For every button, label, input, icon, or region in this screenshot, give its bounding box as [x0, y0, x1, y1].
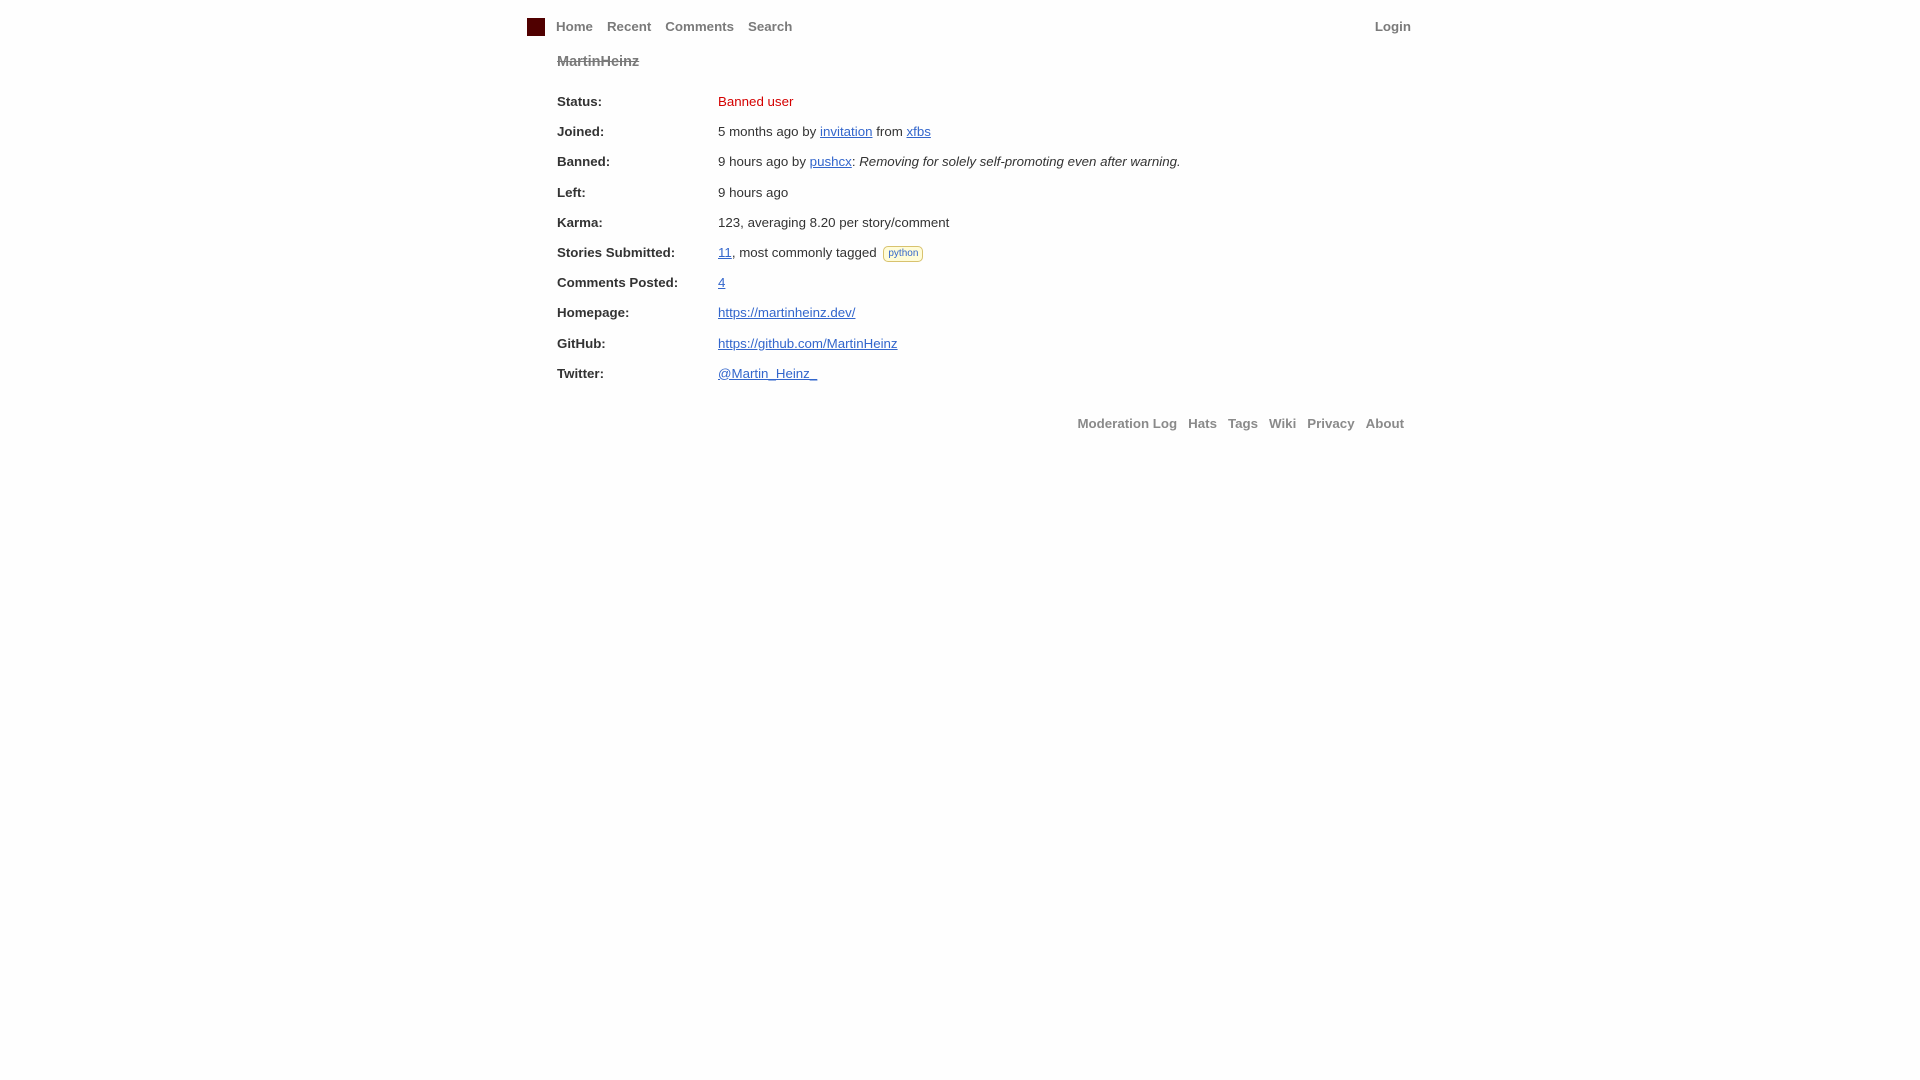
karma-value: 123, averaging 8.20 per story/comment: [718, 214, 950, 230]
profile-row-comments: Comments Posted: 4: [557, 275, 1181, 305]
status-label: Status:: [557, 94, 603, 109]
footer-privacy-link[interactable]: Privacy: [1307, 416, 1354, 431]
homepage-label: Homepage:: [557, 305, 630, 321]
comments-label: Comments Posted:: [557, 275, 679, 291]
main-nav: Home Recent Comments Search: [556, 18, 806, 36]
banned-prefix: 9 hours ago by: [718, 154, 810, 170]
profile-row-status: Status: Banned user: [557, 94, 1181, 124]
joined-label: Joined:: [557, 124, 605, 140]
profile-username: MartinHeinz: [557, 54, 640, 70]
footer-moderation-log-link[interactable]: Moderation Log: [1077, 416, 1177, 431]
github-value: https://github.com/MartinHeinz: [718, 336, 898, 351]
stories-count-link[interactable]: 11: [718, 245, 732, 260]
profile-row-banned: Banned: 9 hours ago by pushcx: Removing …: [557, 154, 1181, 184]
footer-hats-link[interactable]: Hats: [1188, 416, 1217, 431]
banned-label: Banned:: [557, 154, 611, 170]
karma-label: Karma:: [557, 214, 603, 230]
left-value: 9 hours ago: [718, 184, 789, 200]
comments-count-link[interactable]: 4: [718, 275, 725, 290]
invitation-link[interactable]: invitation: [820, 124, 872, 139]
homepage-value: https://martinheinz.dev/: [718, 305, 855, 320]
stories-label: Stories Submitted:: [557, 244, 676, 260]
twitter-link[interactable]: @Martin_Heinz_: [718, 366, 817, 381]
nav-home-link[interactable]: Home: [556, 19, 593, 34]
stories-value: 11, most commonly tagged python: [718, 244, 924, 262]
tag-python[interactable]: python: [883, 245, 924, 262]
site-logo[interactable]: [527, 18, 545, 36]
profile-row-stories: Stories Submitted: 11, most commonly tag…: [557, 245, 1181, 275]
header: Home Recent Comments Search Login: [527, 18, 1411, 36]
footer-about-link[interactable]: About: [1366, 416, 1404, 431]
footer-nav: Moderation Log Hats Tags Wiki Privacy About: [1066, 416, 1404, 431]
nav-recent-link[interactable]: Recent: [607, 19, 651, 34]
joined-value: 5 months ago by invitation from xfbs: [718, 124, 931, 139]
banned-by-link[interactable]: pushcx: [810, 154, 852, 169]
comments-value: 4: [718, 275, 725, 290]
profile-row-left: Left: 9 hours ago: [557, 185, 1181, 215]
homepage-link[interactable]: https://martinheinz.dev/: [718, 305, 855, 320]
profile-details: Status: Banned user Joined: 5 months ago…: [557, 94, 1181, 396]
banned-reason: Removing for solely self-promoting even …: [859, 154, 1181, 170]
inviter-link[interactable]: xfbs: [906, 124, 930, 139]
profile-row-twitter: Twitter: @Martin_Heinz_: [557, 366, 1181, 396]
github-link[interactable]: https://github.com/MartinHeinz: [718, 336, 898, 351]
profile-row-github: GitHub: https://github.com/MartinHeinz: [557, 336, 1181, 366]
nav-comments-link[interactable]: Comments: [665, 19, 734, 34]
left-label: Left:: [557, 184, 586, 200]
profile-row-karma: Karma: 123, averaging 8.20 per story/com…: [557, 215, 1181, 245]
profile-row-joined: Joined: 5 months ago by invitation from …: [557, 124, 1181, 154]
status-value: Banned user: [718, 94, 794, 109]
stories-suffix: , most commonly tagged: [731, 244, 881, 260]
page: Home Recent Comments Search Login MartinHei…: [0, 0, 1920, 1080]
nav-search-link[interactable]: Search: [748, 19, 792, 34]
footer-wiki-link[interactable]: Wiki: [1269, 416, 1296, 431]
footer-tags-link[interactable]: Tags: [1228, 416, 1258, 431]
profile-row-homepage: Homepage: https://martinheinz.dev/: [557, 305, 1181, 335]
joined-mid: from: [872, 124, 907, 140]
login-link[interactable]: Login: [1375, 19, 1411, 34]
joined-prefix: 5 months ago by: [718, 124, 821, 140]
twitter-value: @Martin_Heinz_: [718, 366, 817, 381]
banned-value: 9 hours ago by pushcx: Removing for sole…: [718, 154, 1181, 169]
github-label: GitHub:: [557, 335, 606, 351]
twitter-label: Twitter:: [557, 365, 605, 381]
